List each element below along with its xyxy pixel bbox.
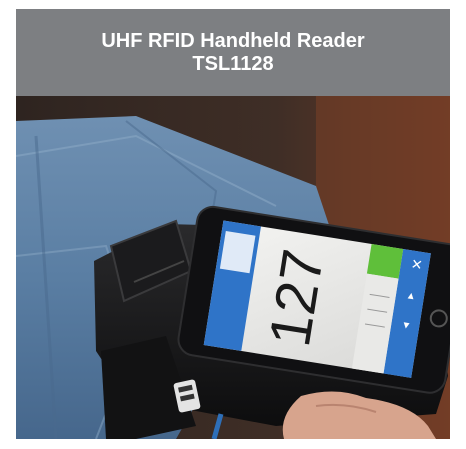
product-card: UHF RFID Handheld Reader TSL1128 ✕ ▲ ▼ 1…: [16, 9, 450, 439]
product-title: UHF RFID Handheld Reader: [101, 29, 365, 52]
title-banner: UHF RFID Handheld Reader TSL1128: [16, 9, 450, 96]
svg-text:▲: ▲: [405, 290, 417, 302]
svg-text:✕: ✕: [410, 256, 424, 274]
product-photo: ✕ ▲ ▼ 127: [16, 96, 450, 439]
svg-text:▼: ▼: [400, 320, 412, 332]
product-model: TSL1128: [192, 52, 274, 75]
